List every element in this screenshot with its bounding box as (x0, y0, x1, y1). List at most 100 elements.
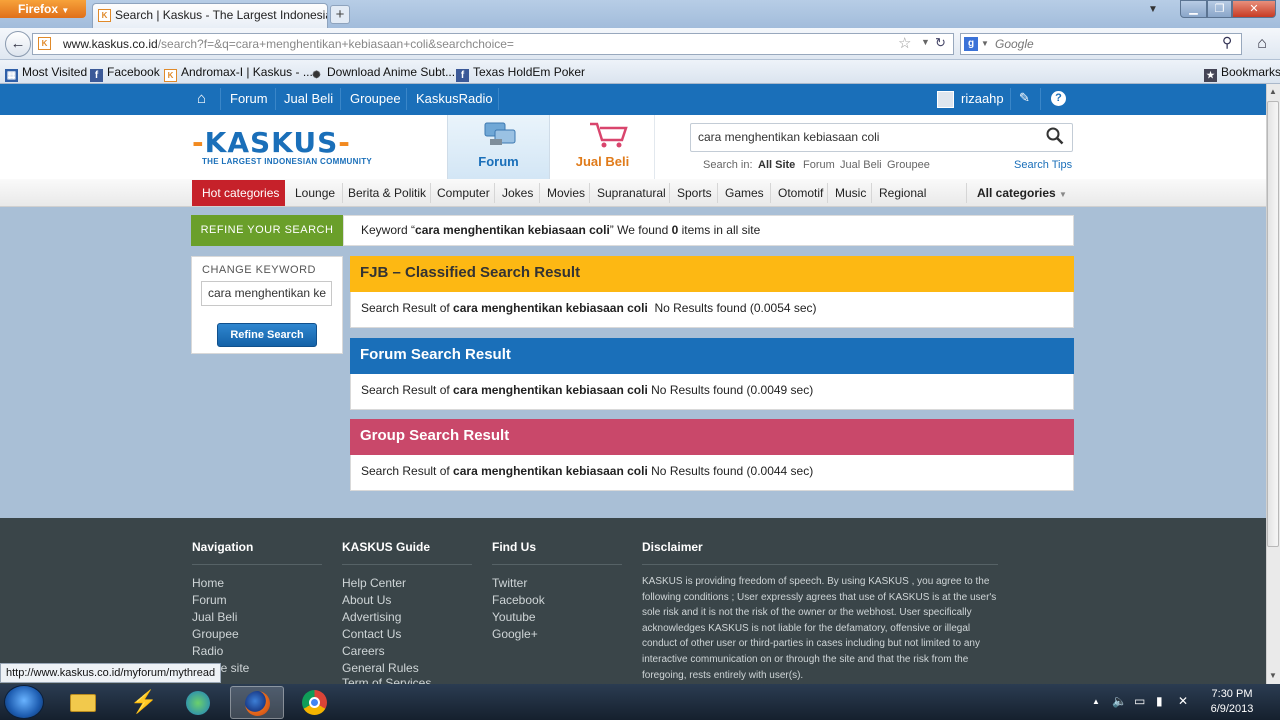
category-otomotif[interactable]: Otomotif (778, 179, 823, 207)
footer-navigation-title: Navigation (192, 540, 254, 554)
topnav-forum[interactable]: Forum (230, 84, 268, 115)
bookmark-texas-holdem[interactable]: f Texas HoldEm Poker (456, 60, 585, 84)
category-jokes[interactable]: Jokes (502, 179, 533, 207)
site-search-input[interactable]: cara menghentikan kebiasaan coli (690, 123, 1073, 152)
bookmark-star-icon[interactable]: ☆ (898, 34, 911, 52)
help-icon[interactable]: ? (1051, 91, 1066, 106)
category-music[interactable]: Music (835, 179, 866, 207)
search-icon[interactable]: ⚲ (1222, 34, 1232, 51)
search-in-groupee[interactable]: Groupee (887, 159, 930, 171)
forum-result-text: Search Result of cara menghentikan kebia… (361, 383, 814, 397)
url-bar[interactable]: www.kaskus.co.id/search?f=&q=cara+menghe… (32, 33, 954, 55)
bookmark-download-anime[interactable]: ✺ Download Anime Subt... (310, 60, 455, 84)
display-icon[interactable]: ▭ (1134, 694, 1145, 708)
reload-icon[interactable]: ↻ (935, 35, 946, 51)
footer-link-home[interactable]: Home (192, 576, 224, 590)
hot-categories-label[interactable]: Hot categories (192, 180, 285, 206)
network-icon[interactable]: ✕ (1178, 694, 1188, 708)
browser-search-input[interactable]: Google (960, 33, 1242, 55)
topnav-kaskusradio[interactable]: KaskusRadio (416, 84, 493, 115)
category-movies[interactable]: Movies (547, 179, 585, 207)
home-icon[interactable]: ⌂ (1250, 33, 1274, 55)
divider (406, 88, 407, 110)
username-link[interactable]: rizaahp (961, 84, 1004, 115)
back-arrow-icon[interactable]: ← (5, 31, 31, 57)
bookmark-facebook[interactable]: f Facebook (90, 60, 160, 84)
category-supranatural[interactable]: Supranatural (597, 179, 666, 207)
footer-link-facebook[interactable]: Facebook (492, 593, 545, 607)
explorer-taskbar-icon[interactable] (56, 686, 110, 719)
search-tips-link[interactable]: Search Tips (1014, 159, 1072, 171)
most-visited-icon: ▦ (5, 69, 18, 82)
url-history-dropdown-icon[interactable]: ▼ (921, 37, 930, 47)
footer-link-general-rules[interactable]: General Rules (342, 661, 419, 675)
category-berita-politik[interactable]: Berita & Politik (348, 179, 426, 207)
tab-forum-label: Forum (478, 154, 519, 169)
footer-link-groupee[interactable]: Groupee (192, 627, 239, 641)
chrome-taskbar-icon[interactable] (288, 686, 342, 719)
winamp-taskbar-icon[interactable]: ⚡ (114, 686, 168, 719)
firefox-taskbar-icon[interactable] (230, 686, 284, 719)
refine-your-search-tab[interactable]: REFINE YOUR SEARCH (191, 215, 343, 246)
divider (1040, 88, 1041, 110)
facebook-icon: f (456, 69, 469, 82)
footer-link-careers[interactable]: Careers (342, 644, 385, 658)
all-categories-dropdown[interactable]: All categories ▼ (977, 179, 1067, 207)
pencil-icon[interactable]: ✎ (1019, 90, 1030, 106)
footer-link-jual-beli[interactable]: Jual Beli (192, 610, 237, 624)
category-sports[interactable]: Sports (677, 179, 712, 207)
avatar[interactable] (937, 91, 954, 108)
google-engine-icon[interactable]: g (964, 37, 978, 51)
search-in-forum[interactable]: Forum (803, 159, 835, 171)
footer-link-radio[interactable]: Radio (192, 644, 223, 658)
topnav-groupee[interactable]: Groupee (350, 84, 401, 115)
tab-title: Search | Kaskus - The Largest Indonesian… (115, 8, 328, 22)
maximize-icon[interactable]: ❐ (1207, 0, 1232, 18)
browser-tab[interactable]: K Search | Kaskus - The Largest Indonesi… (92, 3, 328, 28)
footer-link-about-us[interactable]: About Us (342, 593, 391, 607)
footer-link-twitter[interactable]: Twitter (492, 576, 527, 590)
tab-list-icon[interactable]: ▼ (1148, 4, 1158, 15)
category-games[interactable]: Games (725, 179, 764, 207)
footer-link-help-center[interactable]: Help Center (342, 576, 406, 590)
divider (494, 183, 495, 203)
search-in-all-site[interactable]: All Site (758, 159, 795, 171)
footer (0, 518, 1266, 684)
minimize-icon[interactable]: ▁ (1180, 0, 1207, 18)
scroll-down-icon[interactable]: ▼ (1266, 668, 1280, 684)
bookmarks-menu[interactable]: ★ Bookmarks (1204, 60, 1280, 84)
footer-link-youtube[interactable]: Youtube (492, 610, 536, 624)
search-engine-dropdown-icon[interactable]: ▼ (981, 39, 989, 48)
bookmark-andromax[interactable]: K Andromax-I | Kaskus - ... (164, 60, 313, 84)
footer-link-contact-us[interactable]: Contact Us (342, 627, 401, 641)
new-tab-button[interactable]: + (330, 5, 350, 24)
firefox-menu-button[interactable]: Firefox ▼ (0, 0, 86, 18)
tab-jual-beli-label: Jual Beli (575, 154, 630, 169)
close-icon[interactable]: ✕ (1232, 0, 1276, 18)
footer-link-advertising[interactable]: Advertising (342, 610, 401, 624)
divider (220, 88, 221, 110)
system-clock[interactable]: 7:30 PM 6/9/2013 (1205, 687, 1259, 717)
keyword-input[interactable]: cara menghentikan ke (201, 281, 332, 306)
start-button[interactable] (4, 685, 44, 719)
show-hidden-icons-icon[interactable]: ▲ (1092, 697, 1100, 706)
kaskus-logo[interactable]: -KASKUS- (192, 128, 351, 158)
footer-link-google-plus[interactable]: Google+ (492, 627, 538, 641)
refine-search-button[interactable]: Refine Search (217, 323, 317, 347)
scroll-up-icon[interactable]: ▲ (1266, 84, 1280, 100)
site-identity-icon[interactable]: K (38, 37, 51, 50)
footer-link-forum[interactable]: Forum (192, 593, 227, 607)
topnav-jual-beli[interactable]: Jual Beli (284, 84, 333, 115)
power-icon[interactable]: ▮ (1156, 694, 1163, 708)
bookmark-most-visited[interactable]: ▦ Most Visited (5, 60, 87, 84)
volume-icon[interactable]: 🔈 (1112, 694, 1127, 708)
search-icon[interactable] (1046, 127, 1064, 145)
category-lounge[interactable]: Lounge (295, 179, 335, 207)
category-computer[interactable]: Computer (437, 179, 490, 207)
scrollbar-thumb[interactable] (1267, 101, 1279, 547)
category-regional[interactable]: Regional (879, 179, 926, 207)
network-globe-taskbar-icon[interactable] (172, 686, 226, 719)
search-in-jual-beli[interactable]: Jual Beli (840, 159, 882, 171)
footer-link-term-of-services[interactable]: Term of Services (342, 676, 431, 684)
home-icon[interactable]: ⌂ (197, 90, 206, 107)
